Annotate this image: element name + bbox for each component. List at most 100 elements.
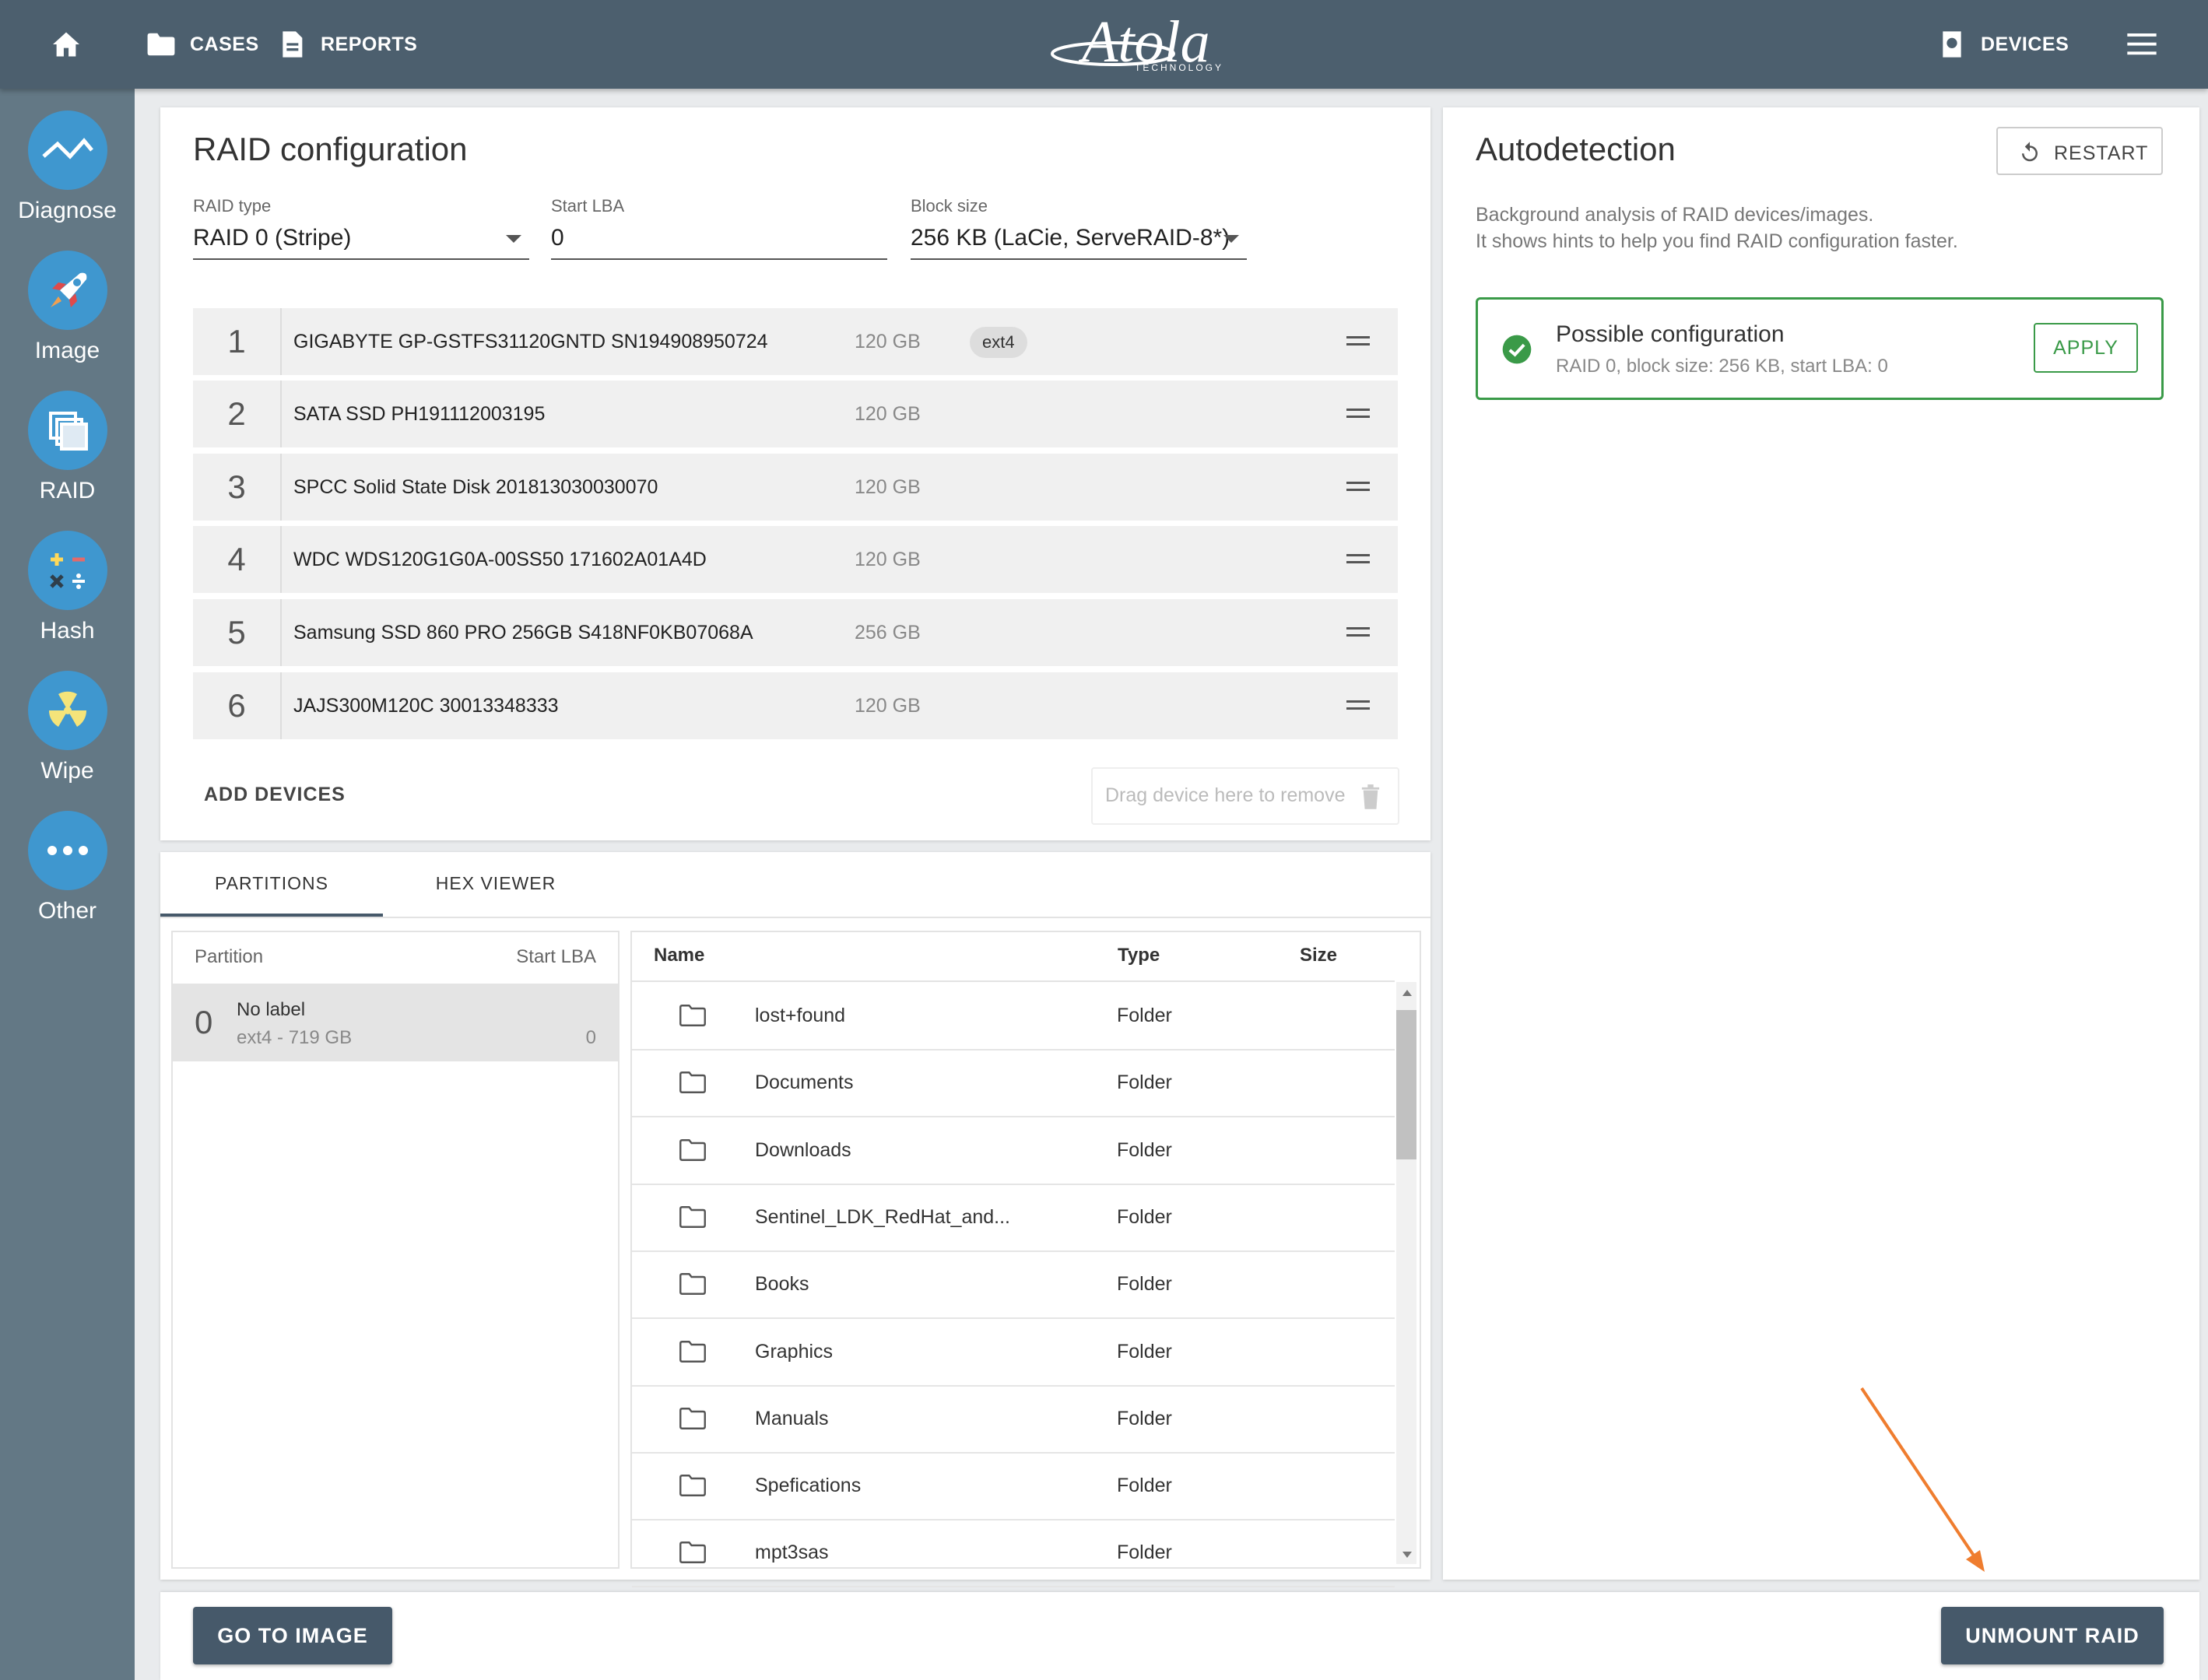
file-row[interactable]: Books Folder bbox=[632, 1250, 1395, 1320]
menu-button[interactable] bbox=[2127, 0, 2157, 89]
file-type: Folder bbox=[1117, 1475, 1172, 1497]
restart-icon bbox=[2022, 142, 2038, 162]
rocket-icon bbox=[27, 251, 107, 330]
file-name: Sentinel_LDK_RedHat_and... bbox=[755, 1205, 1011, 1228]
start-lba-input[interactable]: 0 bbox=[551, 223, 887, 260]
check-circle-icon bbox=[1502, 335, 1532, 364]
unmount-raid-button[interactable]: UNMOUNT RAID bbox=[1941, 1607, 2164, 1664]
reports-nav-button[interactable]: REPORTS bbox=[280, 0, 417, 89]
file-row[interactable]: Spefications Folder bbox=[632, 1452, 1395, 1521]
sidebar-item-hash[interactable]: Hash bbox=[0, 531, 135, 644]
tab-partitions[interactable]: PARTITIONS bbox=[160, 873, 383, 894]
scrollbar[interactable] bbox=[1396, 982, 1416, 1564]
folder-icon bbox=[679, 1340, 706, 1363]
radiation-icon bbox=[27, 671, 107, 750]
column-header-partition: Partition bbox=[195, 946, 264, 967]
file-row[interactable]: Sentinel_LDK_RedHat_and... Folder bbox=[632, 1184, 1395, 1252]
folder-icon bbox=[679, 1071, 706, 1094]
raid-type-label: RAID type bbox=[193, 196, 272, 216]
hamburger-menu-icon bbox=[2127, 33, 2157, 55]
column-header-name: Name bbox=[654, 945, 705, 966]
possible-configuration-detail: RAID 0, block size: 256 KB, start LBA: 0 bbox=[1556, 356, 1888, 377]
scrollbar-thumb[interactable] bbox=[1396, 1010, 1416, 1159]
page-title: RAID configuration bbox=[193, 131, 468, 167]
partition-row[interactable]: 0 No label ext4 - 719 GB 0 bbox=[173, 984, 618, 1061]
file-row[interactable]: mpt3sas Folder bbox=[632, 1519, 1395, 1588]
footer-bar bbox=[160, 1592, 2199, 1680]
home-button[interactable] bbox=[51, 0, 81, 89]
raid-device-row[interactable]: 1 GIGABYTE GP-GSTFS31120GNTD SN194908950… bbox=[193, 308, 1398, 375]
cases-label: CASES bbox=[190, 33, 259, 55]
file-row[interactable]: Graphics Folder bbox=[632, 1318, 1395, 1387]
folder-icon bbox=[679, 1541, 706, 1564]
add-devices-button[interactable]: ADD DEVICES bbox=[204, 784, 346, 806]
file-row[interactable]: Documents Folder bbox=[632, 1049, 1395, 1118]
file-type: Folder bbox=[1117, 1407, 1172, 1429]
drag-handle-icon[interactable] bbox=[1346, 336, 1370, 350]
annotation-arrow-icon bbox=[1860, 1387, 1985, 1572]
file-name: Graphics bbox=[755, 1340, 834, 1363]
raid-device-row[interactable]: 3 SPCC Solid State Disk 201813030030070 … bbox=[193, 454, 1398, 521]
raid-type-select[interactable]: RAID 0 (Stripe) bbox=[193, 223, 529, 260]
diagnose-icon bbox=[27, 110, 107, 190]
cases-nav-button[interactable]: CASES bbox=[146, 0, 259, 89]
sidebar-item-wipe[interactable]: Wipe bbox=[0, 671, 135, 784]
file-row[interactable]: Manuals Folder bbox=[632, 1385, 1395, 1454]
file-row[interactable]: Downloads Folder bbox=[632, 1117, 1395, 1185]
file-name: Manuals bbox=[755, 1407, 829, 1429]
file-name: Books bbox=[755, 1273, 809, 1296]
chevron-down-icon bbox=[506, 235, 521, 243]
column-header-size: Size bbox=[1300, 945, 1338, 966]
drag-handle-icon[interactable] bbox=[1346, 627, 1370, 641]
device-icon bbox=[1943, 31, 1961, 58]
chevron-down-icon bbox=[1223, 235, 1239, 243]
trash-icon bbox=[1361, 784, 1380, 809]
folder-icon bbox=[679, 1205, 706, 1228]
file-name: Spefications bbox=[755, 1475, 862, 1497]
tab-hex-viewer[interactable]: HEX VIEWER bbox=[384, 873, 607, 894]
start-lba-label: Start LBA bbox=[551, 196, 625, 216]
file-type: Folder bbox=[1117, 1205, 1172, 1228]
sidebar-item-image[interactable]: Image bbox=[0, 251, 135, 364]
folder-icon bbox=[679, 1005, 706, 1026]
folder-icon bbox=[147, 33, 175, 56]
file-type: Folder bbox=[1117, 1541, 1172, 1564]
drag-handle-icon[interactable] bbox=[1346, 700, 1370, 714]
file-row[interactable]: lost+found Folder bbox=[632, 982, 1395, 1050]
more-icon bbox=[27, 811, 107, 890]
column-header-start-lba: Start LBA bbox=[516, 946, 596, 967]
apply-button[interactable]: APPLY bbox=[2034, 323, 2138, 373]
raid-device-row[interactable]: 6 JAJS300M120C 30013348333 120 GB bbox=[193, 672, 1398, 739]
home-icon bbox=[53, 32, 79, 57]
file-name: mpt3sas bbox=[755, 1541, 829, 1564]
document-icon bbox=[283, 31, 303, 58]
block-size-label: Block size bbox=[911, 196, 988, 216]
autodetection-description: Background analysis of RAID devices/imag… bbox=[1476, 204, 1874, 226]
block-size-select[interactable]: 256 KB (LaCie, ServeRAID-8*) bbox=[911, 223, 1247, 260]
drag-handle-icon[interactable] bbox=[1346, 554, 1370, 568]
go-to-image-button[interactable]: GO TO IMAGE bbox=[193, 1607, 392, 1664]
scroll-down-icon[interactable] bbox=[1402, 1552, 1412, 1558]
remove-drop-zone[interactable]: Drag device here to remove bbox=[1091, 767, 1399, 825]
possible-configuration-title: Possible configuration bbox=[1556, 321, 1785, 347]
filesystem-badge: ext4 bbox=[970, 327, 1027, 358]
raid-device-row[interactable]: 4 WDC WDS120G1G0A-00SS50 171602A01A4D 12… bbox=[193, 526, 1398, 593]
drag-handle-icon[interactable] bbox=[1346, 409, 1370, 423]
top-bar: CASES REPORTS Atola TECHNOLOGY DEVICES bbox=[0, 0, 2208, 89]
restart-button[interactable]: RESTART bbox=[1996, 127, 2163, 175]
raid-device-row[interactable]: 5 Samsung SSD 860 PRO 256GB S418NF0KB070… bbox=[193, 599, 1398, 666]
drag-handle-icon[interactable] bbox=[1346, 482, 1370, 496]
file-type: Folder bbox=[1117, 1005, 1172, 1026]
folder-icon bbox=[679, 1475, 706, 1497]
sidebar-item-other[interactable]: Other bbox=[0, 811, 135, 924]
autodetection-title: Autodetection bbox=[1476, 131, 1676, 167]
file-type: Folder bbox=[1117, 1340, 1172, 1363]
sidebar-item-raid[interactable]: RAID bbox=[0, 391, 135, 504]
devices-label: DEVICES bbox=[1981, 33, 2069, 55]
devices-nav-button[interactable]: DEVICES bbox=[1940, 0, 2069, 89]
sidebar-item-diagnose[interactable]: Diagnose bbox=[0, 110, 135, 224]
partitions-list: Partition Start LBA 0 No label ext4 - 71… bbox=[171, 931, 620, 1569]
raid-device-row[interactable]: 2 SATA SSD PH191112003195 120 GB bbox=[193, 381, 1398, 447]
scroll-up-icon[interactable] bbox=[1402, 990, 1412, 996]
file-type: Folder bbox=[1117, 1273, 1172, 1296]
